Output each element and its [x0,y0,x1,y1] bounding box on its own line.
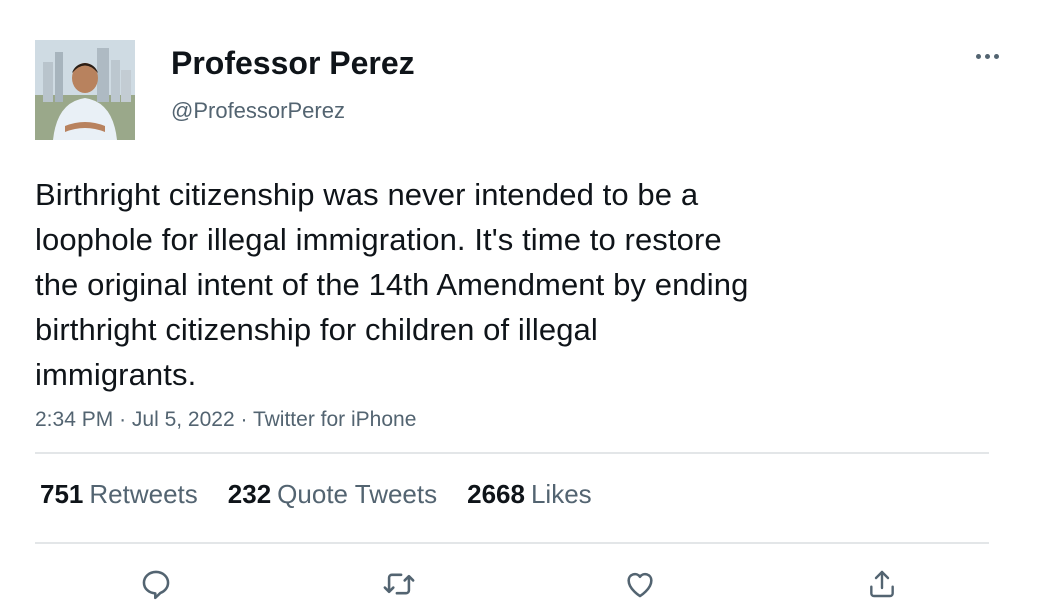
likes-stat[interactable]: 2668 Likes [467,476,592,512]
author-handle[interactable]: @ProfessorPerez [171,96,345,126]
meta-separator: · [240,408,248,431]
retweets-label: Retweets [89,479,198,509]
tweet-line: birthright citizenship for children of i… [35,312,598,347]
profile-photo-icon [35,40,135,140]
tweet-time[interactable]: 2:34 PM [35,408,113,431]
divider [35,452,989,454]
likes-label: Likes [530,479,592,509]
avatar[interactable] [35,40,135,140]
share-icon[interactable] [860,562,904,606]
meta-separator: · [119,408,127,431]
action-bar [0,562,1050,608]
tweet-date[interactable]: Jul 5, 2022 [132,408,235,431]
tweet-text: Birthright citizenship was never intende… [35,172,935,397]
retweets-count: 751 [40,479,84,509]
tweet-source[interactable]: Twitter for iPhone [253,408,416,431]
likes-count: 2668 [467,479,525,509]
tweet-line: loophole for illegal immigration. It's t… [35,222,722,257]
divider [35,542,989,544]
retweets-stat[interactable]: 751 Retweets [40,476,198,512]
tweet-line: Birthright citizenship was never intende… [35,177,699,212]
tweet-line: immigrants. [35,357,197,392]
more-options-icon[interactable] [968,43,1006,69]
tweet-stats: 751 Retweets 232 Quote Tweets 2668 Likes [40,476,592,512]
like-icon[interactable] [618,562,662,606]
quotes-label: Quote Tweets [277,479,438,509]
reply-icon[interactable] [134,562,178,606]
tweet-meta: 2:34 PM · Jul 5, 2022 · Twitter for iPho… [35,405,416,435]
tweet-line: the original intent of the 14th Amendmen… [35,267,749,302]
quotes-count: 232 [227,479,272,509]
author-name[interactable]: Professor Perez [171,42,415,84]
quote-tweets-stat[interactable]: 232 Quote Tweets [228,476,437,512]
retweet-icon[interactable] [377,562,421,606]
